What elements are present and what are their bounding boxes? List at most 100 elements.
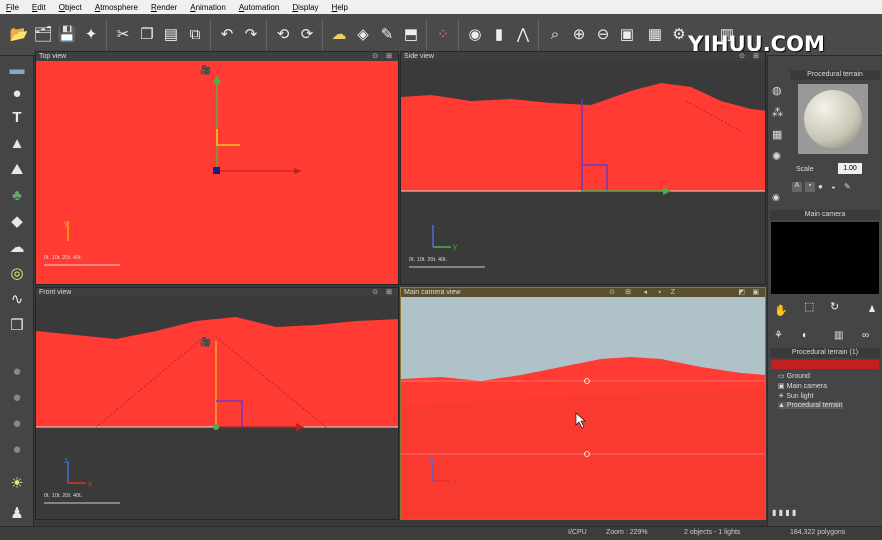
menu-display[interactable]: Display — [292, 3, 318, 12]
cut-icon[interactable]: ✂ — [112, 22, 134, 46]
maximize-icon[interactable]: ▣ — [752, 288, 759, 297]
menu-automation[interactable]: Automation — [239, 3, 279, 12]
link-icon[interactable]: ∞ — [862, 330, 869, 341]
redo-icon[interactable]: ↷ — [240, 22, 262, 46]
film-icon[interactable]: ▦ — [644, 22, 666, 46]
render-icon[interactable]: ◉ — [464, 22, 486, 46]
edit-icon[interactable]: ✎ — [844, 182, 854, 192]
sphere-preview-icon[interactable]: ◍ — [772, 84, 786, 98]
figure-icon[interactable]: ♟ — [868, 304, 876, 315]
copy-icon[interactable]: ▮ — [785, 508, 789, 517]
edit-icon[interactable]: ✎ — [376, 22, 398, 46]
settings-icon[interactable]: ✺ — [772, 150, 786, 164]
delete-icon[interactable]: ▮ — [779, 508, 783, 517]
plant-icon[interactable]: ♣ — [6, 184, 28, 206]
sun-icon[interactable]: ☀ — [6, 472, 28, 494]
zoom-icon[interactable]: ⌕ — [544, 22, 566, 46]
rock-icon[interactable]: ◆ — [6, 210, 28, 232]
frame-icon[interactable]: ⬚ — [804, 300, 814, 313]
sphere-icon[interactable]: ● — [818, 182, 828, 192]
options-icon[interactable]: ⊞ — [625, 288, 631, 297]
save-as-icon[interactable]: 🗂 — [32, 22, 54, 46]
zoom-icon[interactable]: ⊙ — [609, 288, 615, 297]
boolean-2-icon[interactable]: ● — [6, 386, 28, 408]
status-bar: I/CPU Zoom : 229% 2 objects - 1 lights 1… — [0, 526, 882, 540]
properties-icon[interactable]: ▮ — [792, 508, 796, 517]
cloud-icon[interactable]: ☁ — [328, 22, 350, 46]
palette-icon[interactable]: ⁘ — [432, 22, 454, 46]
texture-icon[interactable]: ▦ — [772, 128, 786, 142]
objects-icon[interactable]: ⚘ — [774, 330, 783, 341]
zoom-icon[interactable]: ⊙ — [372, 288, 378, 297]
duplicate-icon[interactable]: ⧉ — [184, 22, 206, 46]
animation-icon[interactable]: ⋀ — [512, 22, 534, 46]
material-icon[interactable]: ⁂ — [772, 106, 786, 120]
drop-icon[interactable]: ⬒ — [400, 22, 422, 46]
copy-icon[interactable]: ❐ — [136, 22, 158, 46]
open-icon[interactable]: 📂 — [8, 22, 30, 46]
settings-icon[interactable]: ⚙ — [668, 22, 690, 46]
front-view-viewport[interactable]: Front view ⊙ ⊞ 🎥 x z 0t. 10t. 20t. 40t. — [35, 287, 399, 520]
terrain-2-icon[interactable]: ⛰ — [6, 158, 28, 180]
fit-icon[interactable]: ▣ — [616, 22, 638, 46]
zoom-icon[interactable]: ⊙ — [739, 52, 745, 61]
unlink-icon[interactable]: ⟳ — [296, 22, 318, 46]
render-area-icon[interactable]: ▪ — [659, 288, 661, 297]
graph-icon[interactable]: ▮ — [488, 22, 510, 46]
menu-object[interactable]: Object — [59, 3, 82, 12]
tree-item-main-camera[interactable]: ▣ Main camera — [778, 382, 827, 390]
materials-icon[interactable]: ◐ — [802, 330, 808, 341]
figure-icon[interactable]: ♟ — [6, 502, 28, 524]
paste-icon[interactable]: ▤ — [160, 22, 182, 46]
options-icon[interactable]: ⊞ — [386, 288, 392, 297]
menu-atmosphere[interactable]: Atmosphere — [95, 3, 138, 12]
material-preview[interactable] — [798, 84, 868, 154]
viewport-title: Side view — [404, 53, 434, 60]
options-icon[interactable]: ⊞ — [753, 52, 759, 61]
cube-icon[interactable]: ❒ — [6, 314, 28, 336]
top-view-viewport[interactable]: Top view ⊙ ⊞ 🎥 y 0t. 10t. 20t. 40t. — [35, 51, 399, 285]
zoom-icon[interactable]: ⊙ — [372, 52, 378, 61]
menu-render[interactable]: Render — [151, 3, 177, 12]
sphere-icon[interactable]: ● — [6, 82, 28, 104]
zoom-out-icon[interactable]: ⊖ — [592, 22, 614, 46]
group-icon[interactable]: ● — [6, 438, 28, 460]
side-view-viewport[interactable]: Side view ⊙ ⊞ y 0t. 10t. 20t. 40t. — [400, 51, 766, 285]
wheel-icon[interactable]: ◉ — [772, 192, 780, 203]
curve-icon[interactable]: ∿ — [6, 288, 28, 310]
save-icon[interactable]: 💾 — [56, 22, 78, 46]
wizard-icon[interactable]: ✦ — [80, 22, 102, 46]
main-camera-viewport[interactable]: Main camera view ⊙ ⊞ ◂ ▪ Z ◩ ▣ x z — [400, 287, 766, 520]
a-icon[interactable]: A — [792, 182, 802, 192]
text-icon[interactable]: T — [6, 106, 28, 128]
swatch-icon[interactable]: ▪ — [805, 182, 815, 192]
undo-icon[interactable]: ↶ — [216, 22, 238, 46]
menu-edit[interactable]: Edit — [32, 3, 46, 12]
link-icon[interactable]: ⟲ — [272, 22, 294, 46]
light-icon[interactable]: ◒ — [831, 182, 841, 192]
metablob-icon[interactable]: ● — [6, 412, 28, 434]
terrain-icon[interactable]: ▲ — [6, 132, 28, 154]
zoom-in-icon[interactable]: ⊕ — [568, 22, 590, 46]
material-icon[interactable]: ◈ — [352, 22, 374, 46]
columns-icon[interactable]: ▥ — [834, 330, 843, 341]
snapshot-icon[interactable]: ◩ — [738, 288, 745, 297]
menu-animation[interactable]: Animation — [190, 3, 226, 12]
new-icon[interactable]: ▮ — [772, 508, 776, 517]
rotate-icon[interactable]: ↻ — [830, 300, 839, 313]
cloud-icon[interactable]: ☁ — [6, 236, 28, 258]
boolean-icon[interactable]: ● — [6, 360, 28, 382]
tree-item-sun-light[interactable]: ☀ Sun light — [778, 392, 813, 400]
light-icon[interactable]: ◎ — [6, 262, 28, 284]
menu-file[interactable]: File — [6, 3, 19, 12]
options-icon[interactable]: ⊞ — [386, 52, 392, 61]
selected-row[interactable] — [771, 360, 879, 369]
tree-item-procedural-terrain[interactable]: ▲ Procedural terrain — [778, 402, 843, 409]
scale-input[interactable]: 1.00 — [838, 163, 862, 174]
render-preview-icon[interactable]: ◂ — [643, 288, 647, 297]
tree-item-ground[interactable]: ▭ Ground — [778, 372, 810, 380]
plane-icon[interactable]: ▬ — [6, 58, 28, 80]
z-toggle[interactable]: Z — [671, 288, 675, 297]
hand-icon[interactable]: ✋ — [774, 304, 788, 317]
menu-help[interactable]: Help — [332, 3, 348, 12]
